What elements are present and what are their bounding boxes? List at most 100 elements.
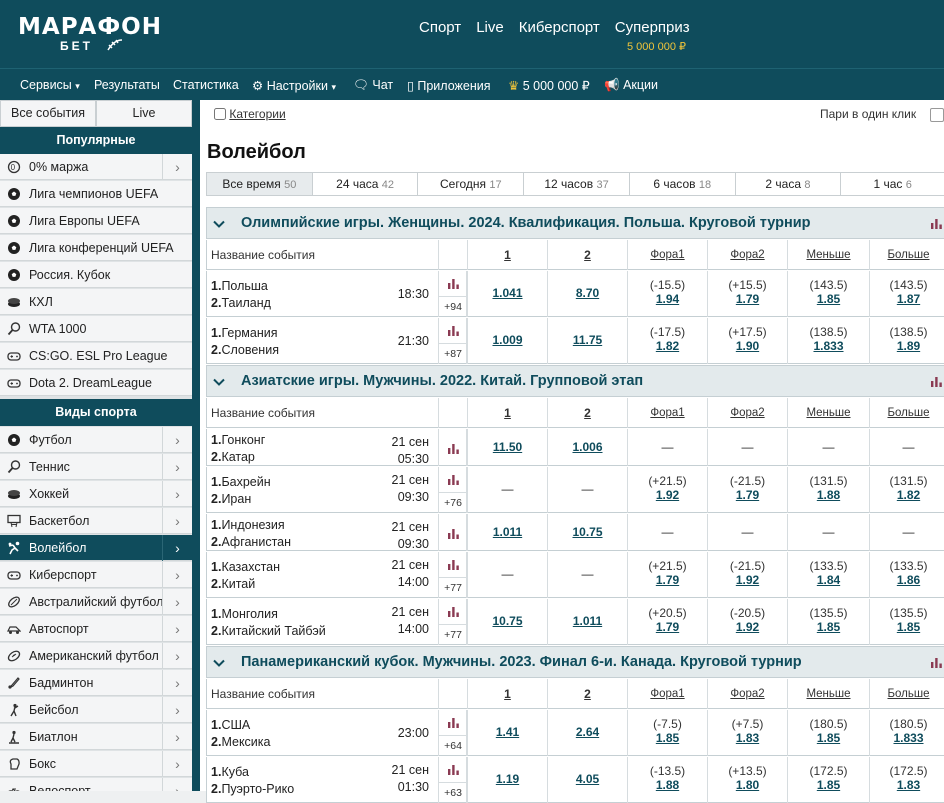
- odds-cell-over[interactable]: (133.5) 1.86: [869, 552, 944, 598]
- odds-cell-over[interactable]: (143.5) 1.87: [869, 271, 944, 317]
- odds-value[interactable]: 10.75: [548, 514, 627, 539]
- odds-value[interactable]: 1.79: [708, 488, 787, 502]
- chevron-right-icon[interactable]: ›: [162, 643, 192, 669]
- odds-cell-c2[interactable]: 8.70: [547, 271, 627, 317]
- odds-value[interactable]: 1.92: [708, 620, 787, 634]
- sidebar-item[interactable]: CS:GO. ESL Pro League: [0, 343, 192, 369]
- odds-cell-under[interactable]: (138.5) 1.833: [787, 318, 869, 364]
- odds-value[interactable]: 4.05: [548, 757, 627, 786]
- chevron-right-icon[interactable]: ›: [162, 154, 192, 180]
- odds-value[interactable]: 8.70: [548, 271, 627, 300]
- odds-cell-under[interactable]: (180.5) 1.85: [787, 710, 869, 756]
- column-header-c1[interactable]: 1: [467, 398, 547, 428]
- odds-cell-f1[interactable]: (-7.5) 1.85: [627, 710, 707, 756]
- odds-value[interactable]: 1.88: [788, 488, 869, 502]
- odds-cell-f1[interactable]: (-17.5) 1.82: [627, 318, 707, 364]
- chevron-right-icon[interactable]: ›: [162, 616, 192, 642]
- chevron-right-icon[interactable]: ›: [162, 454, 192, 480]
- sidebar-item[interactable]: Футбол ›: [0, 427, 192, 453]
- sidebar-item[interactable]: Бокс ›: [0, 751, 192, 777]
- odds-cell-f2[interactable]: (-20.5) 1.92: [707, 599, 787, 645]
- odds-value[interactable]: 1.90: [708, 339, 787, 353]
- column-header-over[interactable]: Больше: [869, 679, 944, 709]
- chevron-right-icon[interactable]: ›: [162, 670, 192, 696]
- odds-value[interactable]: 1.833: [870, 731, 944, 745]
- team-home[interactable]: 1.Индонезия: [211, 518, 285, 532]
- one-click-checkbox[interactable]: [930, 108, 944, 122]
- odds-value[interactable]: 1.86: [870, 573, 944, 587]
- column-header-c2[interactable]: 2: [547, 398, 627, 428]
- group-title[interactable]: Азиатские игры. Мужчины. 2022. Китай. Гр…: [241, 373, 643, 389]
- team-away[interactable]: 2.Китайский Тайбэй: [211, 624, 326, 638]
- team-home[interactable]: 1.Казахстан: [211, 560, 280, 574]
- odds-cell-c2[interactable]: 1.006: [547, 429, 627, 466]
- event-group-header[interactable]: Азиатские игры. Мужчины. 2022. Китай. Гр…: [206, 365, 944, 397]
- odds-value[interactable]: 1.011: [468, 514, 547, 539]
- odds-cell-c1[interactable]: 1.011: [467, 514, 547, 551]
- nav-live[interactable]: Live: [476, 19, 504, 36]
- odds-value[interactable]: 1.19: [468, 757, 547, 786]
- team-home[interactable]: 1.Бахрейн: [211, 475, 271, 489]
- chevron-right-icon[interactable]: ›: [162, 427, 192, 453]
- sidebar-item[interactable]: Волейбол ›: [0, 535, 192, 561]
- sidebar-item[interactable]: Биатлон ›: [0, 724, 192, 750]
- logo[interactable]: МАРАФОН БЕТ: [18, 14, 162, 52]
- column-header-f1[interactable]: Фора1: [627, 679, 707, 709]
- team-home[interactable]: 1.Монголия: [211, 607, 278, 621]
- chevron-right-icon[interactable]: ›: [162, 751, 192, 777]
- odds-cell-f2[interactable]: (+7.5) 1.83: [707, 710, 787, 756]
- more-markets-button[interactable]: +63: [439, 782, 467, 802]
- sidebar-item[interactable]: КХЛ: [0, 289, 192, 315]
- odds-value[interactable]: 1.85: [788, 620, 869, 634]
- bar-chart-icon[interactable]: [448, 473, 459, 484]
- odds-value[interactable]: 1.79: [628, 620, 707, 634]
- column-header-c2[interactable]: 2: [547, 240, 627, 270]
- categories-toggle[interactable]: Категории: [214, 107, 286, 121]
- odds-value[interactable]: 1.006: [548, 429, 627, 454]
- odds-value[interactable]: 1.94: [628, 292, 707, 306]
- team-away[interactable]: 2.Иран: [211, 492, 251, 506]
- chevron-right-icon[interactable]: ›: [162, 562, 192, 588]
- chevron-down-icon[interactable]: [211, 374, 227, 390]
- odds-cell-c1[interactable]: 1.009: [467, 318, 547, 364]
- odds-cell-c2[interactable]: 10.75: [547, 514, 627, 551]
- column-header-over[interactable]: Больше: [869, 240, 944, 270]
- bar-chart-icon[interactable]: [448, 277, 459, 288]
- sidebar-item[interactable]: Американский футбол ›: [0, 643, 192, 669]
- bar-chart-icon[interactable]: [448, 716, 459, 727]
- column-header-f2[interactable]: Фора2: [707, 679, 787, 709]
- odds-cell-f1[interactable]: (-15.5) 1.94: [627, 271, 707, 317]
- chevron-right-icon[interactable]: ›: [162, 589, 192, 615]
- chevron-right-icon[interactable]: ›: [162, 697, 192, 723]
- odds-cell-c2[interactable]: 4.05: [547, 757, 627, 803]
- team-home[interactable]: 1.Польша: [211, 279, 268, 293]
- more-markets-button[interactable]: +87: [439, 343, 467, 363]
- team-home[interactable]: 1.Германия: [211, 326, 277, 340]
- odds-cell-under[interactable]: (133.5) 1.84: [787, 552, 869, 598]
- bar-chart-icon[interactable]: [931, 656, 944, 669]
- nav-esports[interactable]: Киберспорт: [519, 19, 600, 36]
- promos-link[interactable]: 📢 Акции: [604, 78, 658, 93]
- odds-value[interactable]: 2.64: [548, 710, 627, 739]
- bar-chart-icon[interactable]: [931, 217, 944, 230]
- odds-value[interactable]: 1.041: [468, 271, 547, 300]
- odds-cell-f2[interactable]: (+13.5) 1.80: [707, 757, 787, 803]
- services-menu[interactable]: Сервисы ▾: [20, 78, 80, 92]
- apps-link[interactable]: ▯ Приложения: [407, 78, 491, 93]
- chevron-right-icon[interactable]: ›: [162, 481, 192, 507]
- column-header-f2[interactable]: Фора2: [707, 398, 787, 428]
- column-header-c1[interactable]: 1: [467, 679, 547, 709]
- odds-value[interactable]: 1.89: [870, 339, 944, 353]
- odds-value[interactable]: 11.75: [548, 318, 627, 347]
- bar-chart-icon[interactable]: [448, 442, 459, 453]
- time-tab[interactable]: 2 часа 8: [736, 173, 842, 195]
- table-row[interactable]: 1.Германия 2.Словения 21:30 +87 1.00911.…: [206, 318, 944, 364]
- sidebar-item[interactable]: Баскетбол ›: [0, 508, 192, 534]
- odds-cell-f1[interactable]: (+21.5) 1.79: [627, 552, 707, 598]
- more-markets-button[interactable]: +77: [439, 577, 467, 597]
- nav-sport[interactable]: Спорт: [419, 19, 461, 36]
- column-header-c2[interactable]: 2: [547, 679, 627, 709]
- team-away[interactable]: 2.Словения: [211, 343, 279, 357]
- odds-value[interactable]: 1.92: [708, 573, 787, 587]
- odds-value[interactable]: 1.92: [628, 488, 707, 502]
